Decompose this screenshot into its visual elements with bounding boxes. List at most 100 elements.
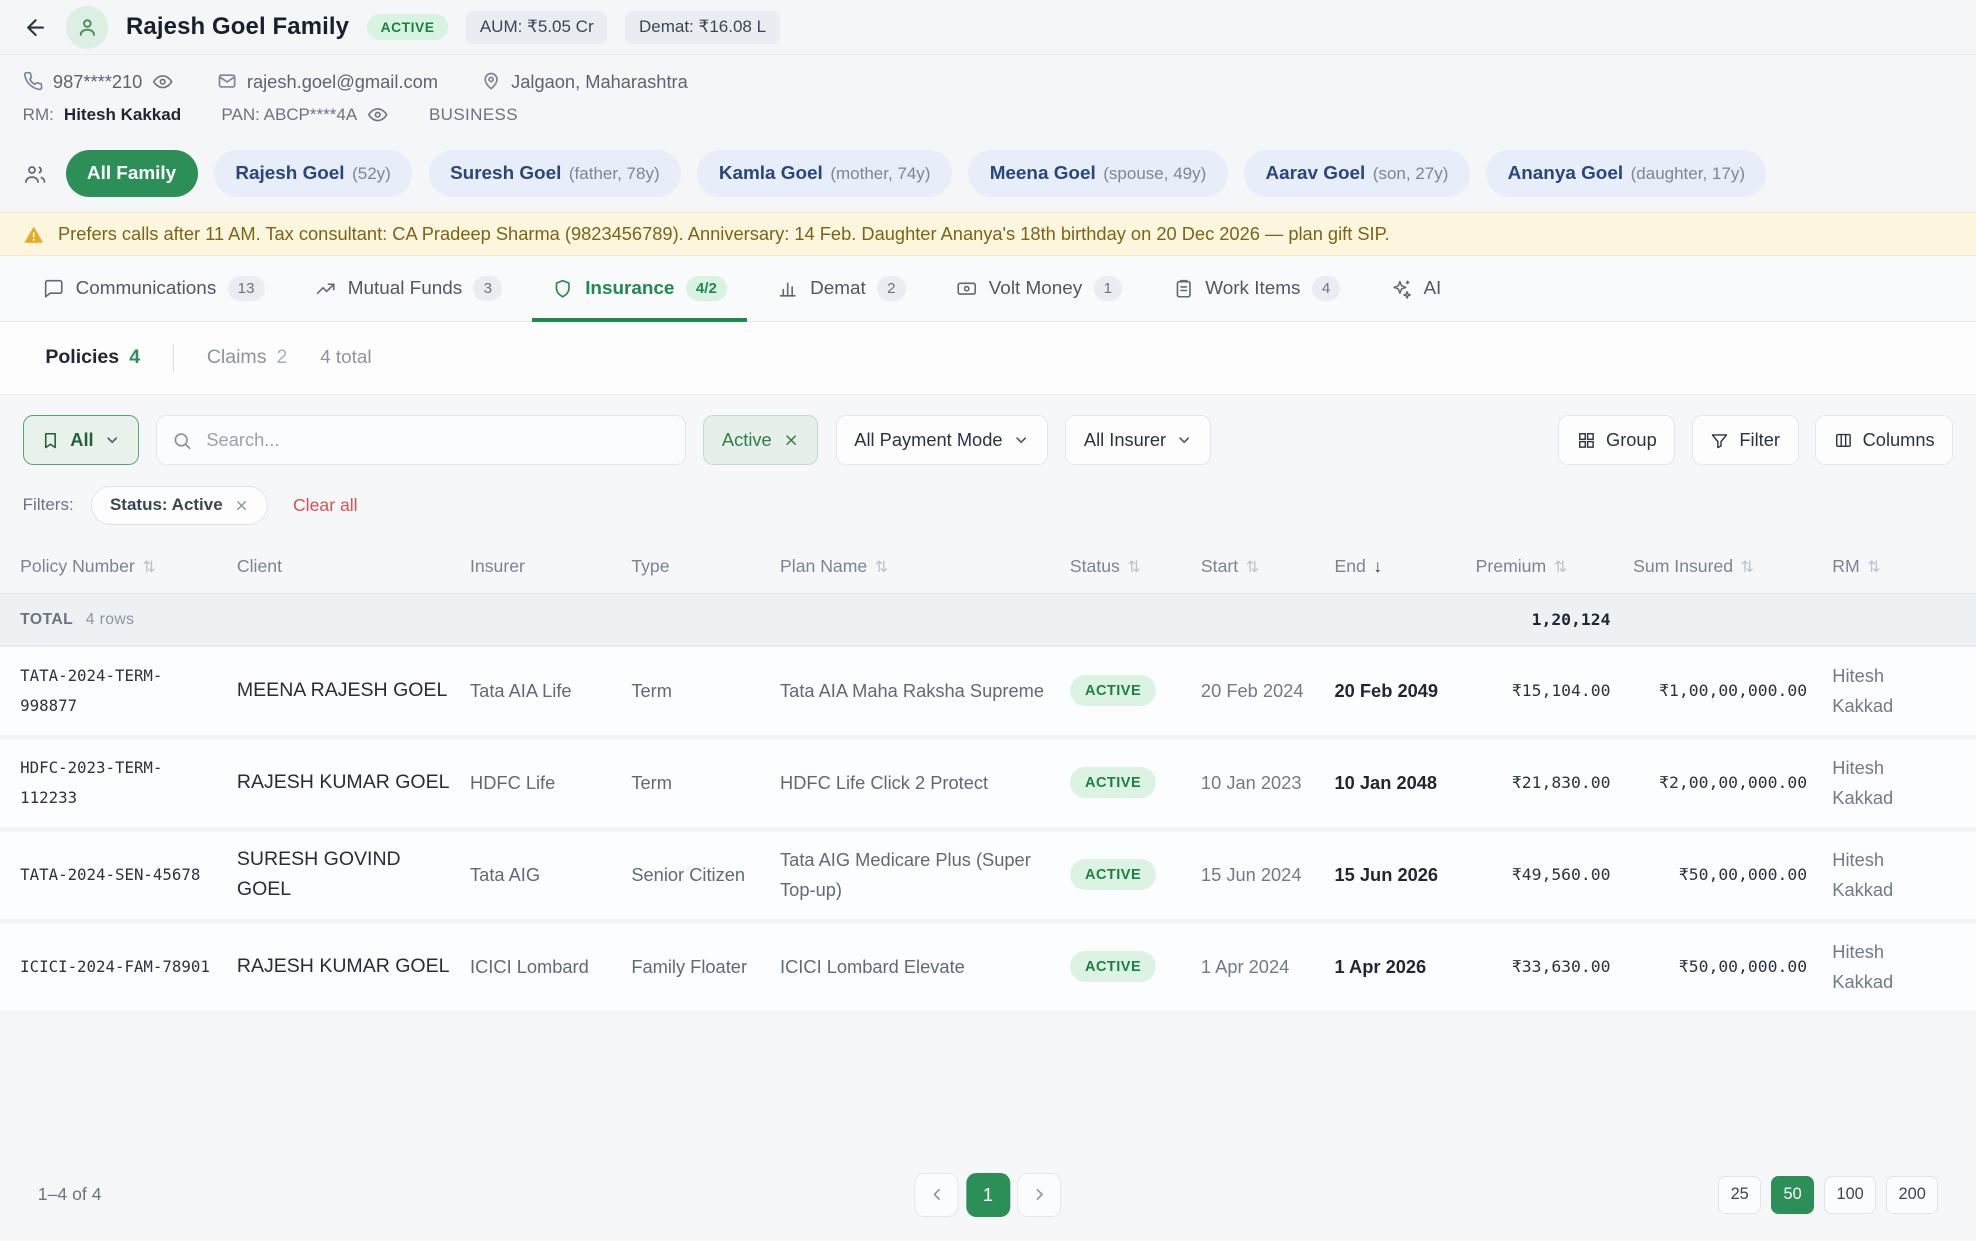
cell-end-date: 20 Feb 2049 xyxy=(1335,676,1476,706)
module-tab[interactable]: Communications 13 xyxy=(23,256,285,321)
cell-status: ACTIVE xyxy=(1070,951,1201,982)
cell-insurer: Tata AIA Life xyxy=(470,676,631,706)
column-header[interactable]: Plan Name ⇅ xyxy=(780,556,1070,577)
family-member-chip[interactable]: Suresh Goel (father, 78y) xyxy=(429,150,681,197)
family-chip-all-family[interactable]: All Family xyxy=(66,150,198,197)
search-input[interactable] xyxy=(204,428,670,453)
saved-view-dropdown[interactable]: All xyxy=(23,415,139,465)
page-size-button[interactable]: 50 xyxy=(1771,1176,1814,1214)
module-tab[interactable]: Volt Money 1 xyxy=(936,256,1142,321)
column-header[interactable]: Premium ⇅ xyxy=(1476,556,1634,577)
subtab-policies[interactable]: Policies 4 xyxy=(45,346,140,369)
group-button[interactable]: Group xyxy=(1558,415,1675,465)
sort-icon: ⇅ xyxy=(1127,557,1140,577)
family-member-chip[interactable]: Rajesh Goel (52y) xyxy=(214,150,412,197)
cell-end-date: 15 Jun 2026 xyxy=(1335,860,1476,890)
claims-label: Claims xyxy=(207,346,267,369)
family-member-chip[interactable]: Aarav Goel (son, 27y) xyxy=(1244,150,1470,197)
phone-group: 987****210 xyxy=(23,71,174,93)
current-page-button[interactable]: 1 xyxy=(966,1173,1010,1217)
table-header-row: Policy Number ⇅ Client Insurer xyxy=(0,540,1976,593)
payment-mode-dropdown[interactable]: All Payment Mode xyxy=(836,415,1048,465)
column-header-label: Start xyxy=(1201,556,1238,577)
chevron-down-icon xyxy=(1176,432,1192,448)
family-member-chip[interactable]: Ananya Goel (daughter, 17y) xyxy=(1486,150,1766,197)
column-header[interactable]: Sum Insured ⇅ xyxy=(1633,556,1832,577)
family-member-detail: (father, 78y) xyxy=(569,164,660,184)
cell-client: RAJESH KUMAR GOEL xyxy=(237,952,470,981)
funnel-icon xyxy=(1710,431,1729,450)
warning-icon xyxy=(23,224,44,245)
cell-premium: ₹49,560.00 xyxy=(1476,865,1634,884)
policy-table-row[interactable]: TATA-2024-SEN-45678 SURESH GOVIND GOEL T… xyxy=(0,830,1976,922)
insurer-label: All Insurer xyxy=(1084,429,1166,451)
prev-page-button[interactable] xyxy=(914,1173,958,1217)
clear-all-filters-button[interactable]: Clear all xyxy=(293,495,358,516)
filters-label: Filters: xyxy=(23,495,74,515)
family-member-chip[interactable]: Meena Goel (spouse, 49y) xyxy=(968,150,1227,197)
policy-table-row[interactable]: TATA-2024-TERM-998877 MEENA RAJESH GOEL … xyxy=(0,646,1976,738)
column-header[interactable]: Type xyxy=(631,556,780,577)
chevron-down-icon xyxy=(104,432,120,448)
module-tab[interactable]: Demat 2 xyxy=(757,256,926,321)
pan-reveal-eye-icon[interactable] xyxy=(367,104,388,125)
module-tab[interactable]: AI xyxy=(1371,256,1462,321)
status-active-badge: ACTIVE xyxy=(1070,767,1156,798)
filter-button[interactable]: Filter xyxy=(1692,415,1799,465)
tab-label: Work Items xyxy=(1205,278,1300,300)
column-header[interactable]: End ↓ xyxy=(1335,556,1476,577)
family-member-name: Ananya Goel xyxy=(1508,163,1623,185)
policy-table-row[interactable]: ICICI-2024-FAM-78901 RAJESH KUMAR GOEL I… xyxy=(0,922,1976,1014)
sort-icon: ⇅ xyxy=(1867,557,1880,577)
cell-sum-insured: ₹1,00,00,000.00 xyxy=(1633,681,1832,700)
aum-chip: AUM: ₹5.05 Cr xyxy=(466,11,608,44)
phone-reveal-eye-icon[interactable] xyxy=(152,71,173,92)
column-header[interactable]: Policy Number ⇅ xyxy=(20,556,237,577)
column-header[interactable]: Start ⇅ xyxy=(1201,556,1335,577)
cell-type: Term xyxy=(631,676,780,706)
pagination-range-label: 1–4 of 4 xyxy=(38,1184,102,1205)
policy-table-row[interactable]: HDFC-2023-TERM-112233 RAJESH KUMAR GOEL … xyxy=(0,738,1976,830)
columns-button[interactable]: Columns xyxy=(1815,415,1953,465)
page-size-selector: 25 50 100 200 xyxy=(1718,1176,1938,1214)
page-size-button[interactable]: 25 xyxy=(1718,1176,1761,1214)
column-header[interactable]: Insurer xyxy=(470,556,631,577)
remove-active-filter-icon[interactable] xyxy=(783,432,799,448)
cell-end-date: 10 Jan 2048 xyxy=(1335,768,1476,798)
module-tab[interactable]: Mutual Funds 3 xyxy=(295,256,522,321)
table-actions: Group Filter Columns xyxy=(1558,415,1953,465)
cell-policy-number: ICICI-2024-FAM-78901 xyxy=(20,952,237,982)
page-size-button[interactable]: 200 xyxy=(1886,1176,1938,1214)
column-header-label: Plan Name xyxy=(780,556,867,577)
column-header-label: RM xyxy=(1832,556,1859,577)
column-header[interactable]: RM ⇅ xyxy=(1832,556,1956,577)
status-active-filter-pill[interactable]: Status: Active xyxy=(91,486,267,526)
client-category: BUSINESS xyxy=(429,105,518,125)
page-size-button[interactable]: 100 xyxy=(1824,1176,1876,1214)
remove-filter-icon[interactable] xyxy=(234,498,249,513)
family-member-name: Kamla Goel xyxy=(719,163,823,185)
tab-label: Insurance xyxy=(585,278,674,300)
module-tab[interactable]: Insurance 4/2 xyxy=(532,256,747,321)
cell-policy-number: HDFC-2023-TERM-112233 xyxy=(20,753,237,813)
insurer-dropdown[interactable]: All Insurer xyxy=(1065,415,1211,465)
family-member-name: Meena Goel xyxy=(990,163,1096,185)
next-page-button[interactable] xyxy=(1018,1173,1062,1217)
chevron-right-icon xyxy=(1030,1185,1049,1204)
subtab-claims[interactable]: Claims 2 xyxy=(207,346,288,369)
family-member-chip[interactable]: Kamla Goel (mother, 74y) xyxy=(697,150,951,197)
pan-group: PAN: ABCP****4A xyxy=(221,104,388,125)
column-header[interactable]: Status ⇅ xyxy=(1070,556,1201,577)
family-members-bar: All Family Rajesh Goel (52y) Suresh Goel… xyxy=(0,138,1976,212)
chevron-down-icon xyxy=(1013,432,1029,448)
active-chip-label: Active xyxy=(722,429,772,451)
back-button[interactable] xyxy=(23,15,48,40)
divider xyxy=(173,344,174,372)
email-value: rajesh.goel@gmail.com xyxy=(247,71,438,93)
active-filter-chip[interactable]: Active xyxy=(703,415,818,465)
users-icon xyxy=(23,162,47,186)
cell-insurer: ICICI Lombard xyxy=(470,952,631,982)
column-header[interactable]: Client xyxy=(237,556,470,577)
module-tab[interactable]: Work Items 4 xyxy=(1152,256,1360,321)
chevron-left-icon xyxy=(927,1185,946,1204)
